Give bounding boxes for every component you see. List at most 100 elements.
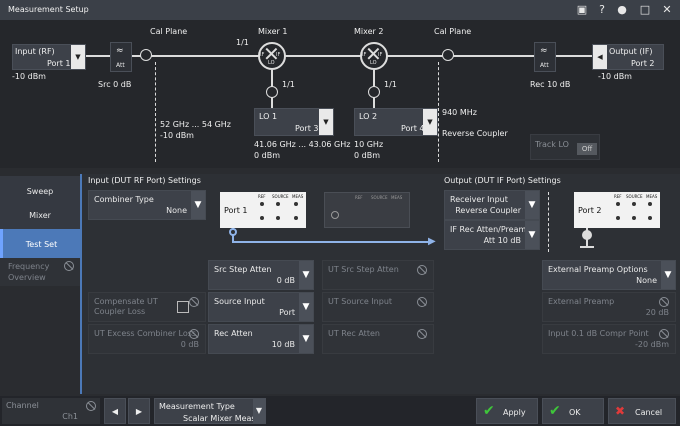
lo1-port: Port 3 bbox=[295, 124, 319, 133]
ut-rec-atten: UT Rec Atten bbox=[322, 324, 434, 354]
lo2-select[interactable]: LO 2 Port 4 ▼ bbox=[354, 108, 438, 136]
disabled-icon bbox=[86, 401, 96, 411]
mixer1-icon[interactable]: ✕ RF IF LO bbox=[258, 42, 286, 70]
cal-plane-right-node bbox=[442, 49, 454, 61]
if-panel-title: Output (DUT IF Port) Settings bbox=[444, 176, 561, 185]
checkbox[interactable] bbox=[177, 301, 189, 313]
next-button[interactable]: ▶ bbox=[128, 398, 150, 424]
disabled-icon bbox=[659, 297, 669, 307]
chevron-right-icon: ▶ bbox=[135, 407, 143, 416]
lo2-node bbox=[368, 86, 380, 98]
disabled-icon bbox=[189, 297, 199, 307]
source-input-select[interactable]: Source Input Port ▼ bbox=[208, 292, 314, 322]
mixer1-ratio: 1/1 bbox=[236, 38, 249, 47]
output-port: Port 2 bbox=[631, 59, 655, 68]
input-label: Input (RF) bbox=[15, 47, 55, 56]
schematic-port-label: Port 2 bbox=[578, 206, 602, 215]
track-lo-state: Off bbox=[577, 143, 597, 155]
cal-plane-left-line bbox=[155, 62, 156, 162]
cal-plane-left-label: Cal Plane bbox=[150, 27, 188, 36]
sidebar-item-mixer[interactable]: Mixer bbox=[0, 200, 80, 232]
cal-left-power: -10 dBm bbox=[160, 131, 194, 140]
chevron-down-icon: ▼ bbox=[525, 221, 539, 249]
attenuator-icon: ≈ bbox=[116, 46, 124, 56]
disabled-icon bbox=[64, 261, 74, 271]
mixer2-ratio-lo: 1/1 bbox=[384, 80, 397, 89]
cal-plane-right-line bbox=[438, 62, 439, 162]
rec-atten-select[interactable]: Rec Atten 10 dB ▼ bbox=[208, 324, 314, 354]
if-rec-atten-select[interactable]: IF Rec Atten/Preamp Att 10 dB ▼ bbox=[444, 220, 540, 250]
measurement-type-select[interactable]: Measurement Type Scalar Mixer Meas ▼ bbox=[154, 398, 266, 424]
rf-panel-title: Input (DUT RF Port) Settings bbox=[88, 176, 201, 185]
cal-plane-right-label: Cal Plane bbox=[434, 27, 472, 36]
lo1-node bbox=[266, 86, 278, 98]
right-freq: 940 MHz bbox=[442, 108, 477, 117]
toggle-icon[interactable]: ● bbox=[615, 3, 629, 17]
cancel-button[interactable]: ✖ Cancel bbox=[608, 398, 676, 424]
combiner-type-select[interactable]: Combiner Type None ▼ bbox=[88, 190, 206, 220]
src-attenuator[interactable]: ≈ Att bbox=[110, 42, 132, 72]
bottom-bar: Channel Ch1 ◀ ▶ Measurement Type Scalar … bbox=[0, 396, 680, 426]
input-power: -10 dBm bbox=[12, 72, 46, 81]
input-port: Port 1 bbox=[47, 59, 71, 68]
camera-icon[interactable]: ▣ bbox=[575, 3, 589, 17]
sidebar-item-test-set[interactable]: Test Set bbox=[0, 229, 80, 261]
close-icon: ✖ bbox=[615, 404, 626, 418]
ut-src-step-atten: UT Src Step Atten bbox=[322, 260, 434, 290]
chevron-down-icon: ▼ bbox=[661, 261, 675, 289]
signal-path-line bbox=[232, 241, 432, 243]
prev-button[interactable]: ◀ bbox=[104, 398, 126, 424]
disabled-icon bbox=[659, 329, 669, 339]
lo2-freq: 10 GHz bbox=[354, 140, 384, 149]
close-icon[interactable]: ✕ bbox=[660, 3, 674, 17]
external-preamp: External Preamp 20 dB bbox=[542, 292, 676, 322]
if-panel: Output (DUT IF Port) Settings Receiver I… bbox=[440, 174, 680, 394]
maximize-icon[interactable]: □ bbox=[638, 3, 652, 17]
input-compr-point: Input 0.1 dB Compr Point -20 dBm bbox=[542, 324, 676, 354]
track-lo-toggle[interactable]: Track LO Off bbox=[530, 134, 600, 160]
ut-excess-combiner-loss: UT Excess Combiner Loss 0 dB bbox=[88, 324, 206, 354]
chevron-down-icon: ▼ bbox=[253, 399, 265, 423]
mixer1-ratio-lo: 1/1 bbox=[282, 80, 295, 89]
disabled-icon bbox=[417, 329, 427, 339]
lo1-power: 0 dBm bbox=[254, 151, 280, 160]
output-label: Output (IF) bbox=[609, 47, 653, 56]
compensate-coupler-loss: Compensate UT Coupler Loss bbox=[88, 292, 206, 322]
title-bar: Measurement Setup ▣ ? ● □ ✕ bbox=[0, 0, 680, 20]
help-icon[interactable]: ? bbox=[595, 3, 609, 17]
external-preamp-options-select[interactable]: External Preamp Options None ▼ bbox=[542, 260, 676, 290]
chevron-down-icon: ▼ bbox=[71, 45, 85, 69]
receiver-input-select[interactable]: Receiver Input Reverse Coupler ▼ bbox=[444, 190, 540, 220]
mixer2-label: Mixer 2 bbox=[354, 27, 384, 36]
signal-diagram: Input (RF) Port 1 ▼ -10 dBm ≈ Att Src 0 … bbox=[0, 20, 680, 168]
mixer2-icon[interactable]: ✕ RF IF LO bbox=[360, 42, 388, 70]
disabled-icon bbox=[417, 265, 427, 275]
output-port-select[interactable]: Output (IF) Port 2 ◀ bbox=[592, 44, 664, 70]
cal-plane-node bbox=[140, 49, 152, 61]
lo2-power: 0 dBm bbox=[354, 151, 380, 160]
lo1-range: 41.06 GHz ... 43.06 GHz bbox=[254, 140, 351, 149]
signal-line bbox=[86, 55, 592, 57]
lo1-select[interactable]: LO 1 Port 3 ▼ bbox=[254, 108, 334, 136]
chevron-down-icon: ▼ bbox=[299, 293, 313, 321]
mixer1-label: Mixer 1 bbox=[258, 27, 288, 36]
chevron-left-icon: ◀ bbox=[593, 45, 607, 69]
schematic-port-label: Port 1 bbox=[224, 206, 248, 215]
chevron-down-icon: ▼ bbox=[299, 261, 313, 289]
apply-button[interactable]: ✔ Apply bbox=[476, 398, 538, 424]
disabled-icon bbox=[417, 297, 427, 307]
cal-left-range: 52 GHz ... 54 GHz bbox=[160, 120, 231, 129]
checkmark-icon: ✔ bbox=[549, 403, 561, 419]
arrow-right-icon: ▶ bbox=[428, 236, 436, 247]
combiner-schematic: REF SOURCE MEAS bbox=[324, 192, 410, 228]
ok-button[interactable]: ✔ OK bbox=[542, 398, 604, 424]
chevron-down-icon: ▼ bbox=[423, 109, 437, 135]
lo2-port: Port 4 bbox=[401, 124, 425, 133]
src-step-atten-select[interactable]: Src Step Atten 0 dB ▼ bbox=[208, 260, 314, 290]
chevron-down-icon: ▼ bbox=[299, 325, 313, 353]
input-port-select[interactable]: Input (RF) Port 1 ▼ bbox=[12, 44, 86, 70]
rec-attenuator[interactable]: ≈ Att bbox=[534, 42, 556, 72]
sidebar-item-frequency-overview: Frequency Overview bbox=[0, 258, 80, 286]
rec-label: Rec 10 dB bbox=[530, 80, 571, 89]
lo2-label: LO 2 bbox=[359, 112, 378, 121]
